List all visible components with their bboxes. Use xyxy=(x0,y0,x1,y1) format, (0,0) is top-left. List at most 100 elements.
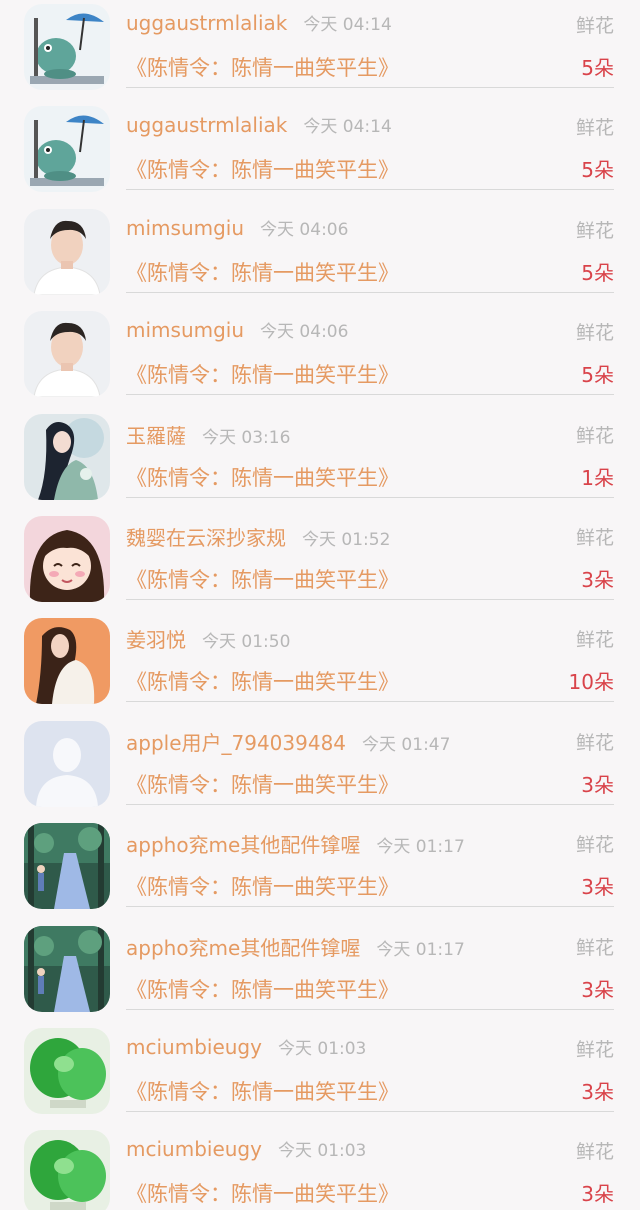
gift-count: 10朵 xyxy=(568,670,614,694)
sender-name[interactable]: appho兖me其他配件镎喔 今天 01:17 xyxy=(126,829,465,858)
gift-type-label: 鲜花 xyxy=(575,117,614,139)
gift-record-list: uggaustrmlaliak 今天 04:14 鲜花 《陈情令：陈情一曲笑平生》 5朵… xyxy=(0,0,640,1210)
gift-record-row[interactable]: mimsumgiu 今天 04:06 鲜花 《陈情令：陈情一曲笑平生》 5朵 xyxy=(0,307,640,409)
avatar[interactable] xyxy=(24,926,110,1012)
gift-type-label: 鲜花 xyxy=(575,322,614,344)
gift-count: 3朵 xyxy=(581,568,614,592)
sender-name[interactable]: uggaustrmlaliak 今天 04:14 xyxy=(126,112,392,137)
book-title[interactable]: 《陈情令：陈情一曲笑平生》 xyxy=(126,257,399,287)
avatar[interactable] xyxy=(24,823,110,909)
sender-name-text[interactable]: 魏婴在云深抄家规 xyxy=(126,526,286,550)
book-title[interactable]: 《陈情令：陈情一曲笑平生》 xyxy=(126,1178,399,1208)
sender-name-text[interactable]: mimsumgiu xyxy=(126,216,244,240)
sender-name[interactable]: apple用户_794039484 今天 01:47 xyxy=(126,727,450,756)
row-divider xyxy=(126,1009,614,1010)
book-title[interactable]: 《陈情令：陈情一曲笑平生》 xyxy=(126,666,399,696)
row-divider xyxy=(126,497,614,498)
sender-name[interactable]: mciumbieugy 今天 01:03 xyxy=(126,1034,366,1059)
gift-record-row[interactable]: mimsumgiu 今天 04:06 鲜花 《陈情令：陈情一曲笑平生》 5朵 xyxy=(0,205,640,307)
gift-record-row[interactable]: mciumbieugy 今天 01:03 鲜花《陈情令：陈情一曲笑平生》 3朵 xyxy=(0,1126,640,1210)
row-divider xyxy=(126,599,614,600)
gift-type-label: 鲜花 xyxy=(575,937,614,959)
sender-name[interactable]: mciumbieugy 今天 01:03 xyxy=(126,1136,366,1161)
sender-name[interactable]: uggaustrmlaliak 今天 04:14 xyxy=(126,10,392,35)
gift-count: 3朵 xyxy=(581,773,614,797)
avatar[interactable] xyxy=(24,209,110,295)
gift-record-row[interactable]: apple用户_794039484 今天 01:47 鲜花《陈情令：陈情一曲笑平生》… xyxy=(0,717,640,819)
gift-record-row[interactable]: 玉羅薩 今天 03:16 鲜花 《陈情令：陈情一曲笑平生》 1朵 xyxy=(0,410,640,512)
sender-name-text[interactable]: uggaustrmlaliak xyxy=(126,113,287,137)
timestamp: 今天 01:03 xyxy=(277,1039,367,1059)
gift-type-label: 鲜花 xyxy=(575,1141,614,1163)
timestamp: 今天 04:06 xyxy=(260,220,349,240)
sender-name-text[interactable]: uggaustrmlaliak xyxy=(126,11,287,35)
avatar[interactable] xyxy=(24,106,110,192)
gift-type-label: 鲜花 xyxy=(575,527,614,549)
avatar[interactable] xyxy=(24,618,110,704)
gift-count: 5朵 xyxy=(581,56,614,80)
timestamp: 今天 04:06 xyxy=(260,322,349,342)
gift-record-row[interactable]: uggaustrmlaliak 今天 04:14 鲜花《陈情令：陈情一曲笑平生》 5朵 xyxy=(0,0,640,102)
sender-name[interactable]: mimsumgiu 今天 04:06 xyxy=(126,317,348,342)
gift-record-row[interactable]: mciumbieugy 今天 01:03 鲜花 《陈情令：陈情一曲笑平生》 3朵 xyxy=(0,1024,640,1126)
book-title[interactable]: 《陈情令：陈情一曲笑平生》 xyxy=(126,871,399,901)
timestamp: 今天 01:47 xyxy=(362,735,451,755)
avatar[interactable] xyxy=(24,4,110,90)
gift-record-row[interactable]: appho兖me其他配件镎喔 今天 01:17 鲜花 《陈情令：陈情一曲笑平生》 3朵 xyxy=(0,819,640,921)
gift-count: 5朵 xyxy=(581,158,614,182)
sender-name-text[interactable]: mciumbieugy xyxy=(126,1035,262,1059)
book-title[interactable]: 《陈情令：陈情一曲笑平生》 xyxy=(126,564,399,594)
book-title[interactable]: 《陈情令：陈情一曲笑平生》 xyxy=(126,769,399,799)
sender-name-text[interactable]: appho兖me其他配件镎喔 xyxy=(126,833,360,857)
book-title[interactable]: 《陈情令：陈情一曲笑平生》 xyxy=(126,974,399,1004)
sender-name[interactable]: 姜羽悦 今天 01:50 xyxy=(126,624,290,653)
gift-count: 3朵 xyxy=(581,978,614,1002)
avatar[interactable] xyxy=(24,721,110,807)
timestamp: 今天 01:52 xyxy=(302,530,391,550)
gift-type-label: 鲜花 xyxy=(575,732,614,754)
sender-name[interactable]: 玉羅薩 今天 03:16 xyxy=(126,420,290,449)
gift-record-row[interactable]: 魏婴在云深抄家规 今天 01:52 鲜花《陈情令：陈情一曲笑平生》 3朵 xyxy=(0,512,640,614)
row-divider xyxy=(126,292,614,293)
book-title[interactable]: 《陈情令：陈情一曲笑平生》 xyxy=(126,1076,399,1106)
gift-count: 3朵 xyxy=(581,875,614,899)
book-title[interactable]: 《陈情令：陈情一曲笑平生》 xyxy=(126,154,399,184)
sender-name-text[interactable]: appho兖me其他配件镎喔 xyxy=(126,936,360,960)
timestamp: 今天 01:50 xyxy=(202,632,291,652)
sender-name[interactable]: mimsumgiu 今天 04:06 xyxy=(126,215,348,240)
timestamp: 今天 01:17 xyxy=(376,837,465,857)
gift-count: 3朵 xyxy=(581,1080,614,1104)
sender-name-text[interactable]: 玉羅薩 xyxy=(126,424,186,448)
gift-type-label: 鲜花 xyxy=(575,629,614,651)
row-divider xyxy=(126,1111,614,1112)
timestamp: 今天 04:14 xyxy=(303,15,392,35)
sender-name-text[interactable]: apple用户_794039484 xyxy=(126,731,346,755)
gift-count: 1朵 xyxy=(581,466,614,490)
gift-type-label: 鲜花 xyxy=(575,15,614,37)
gift-count: 3朵 xyxy=(581,1182,614,1206)
row-divider xyxy=(126,87,614,88)
row-divider xyxy=(126,804,614,805)
timestamp: 今天 04:14 xyxy=(303,117,392,137)
avatar[interactable] xyxy=(24,1028,110,1114)
sender-name-text[interactable]: 姜羽悦 xyxy=(126,628,186,652)
sender-name-text[interactable]: mimsumgiu xyxy=(126,318,244,342)
row-divider xyxy=(126,189,614,190)
row-divider xyxy=(126,394,614,395)
gift-record-row[interactable]: 姜羽悦 今天 01:50 鲜花《陈情令：陈情一曲笑平生》 10朵 xyxy=(0,614,640,716)
avatar[interactable] xyxy=(24,516,110,602)
sender-name[interactable]: 魏婴在云深抄家规 今天 01:52 xyxy=(126,522,390,551)
book-title[interactable]: 《陈情令：陈情一曲笑平生》 xyxy=(126,359,399,389)
timestamp: 今天 01:03 xyxy=(277,1141,367,1161)
sender-name-text[interactable]: mciumbieugy xyxy=(126,1137,262,1161)
gift-record-row[interactable]: uggaustrmlaliak 今天 04:14 鲜花《陈情令：陈情一曲笑平生》 5朵 xyxy=(0,102,640,204)
gift-record-row[interactable]: appho兖me其他配件镎喔 今天 01:17 鲜花《陈情令：陈情一曲笑平生》 3朵 xyxy=(0,922,640,1024)
book-title[interactable]: 《陈情令：陈情一曲笑平生》 xyxy=(126,462,399,492)
avatar[interactable] xyxy=(24,311,110,397)
gift-type-label: 鲜花 xyxy=(575,220,614,242)
sender-name[interactable]: appho兖me其他配件镎喔 今天 01:17 xyxy=(126,932,465,961)
timestamp: 今天 03:16 xyxy=(202,428,291,448)
avatar[interactable] xyxy=(24,1130,110,1210)
avatar[interactable] xyxy=(24,414,110,500)
book-title[interactable]: 《陈情令：陈情一曲笑平生》 xyxy=(126,52,399,82)
